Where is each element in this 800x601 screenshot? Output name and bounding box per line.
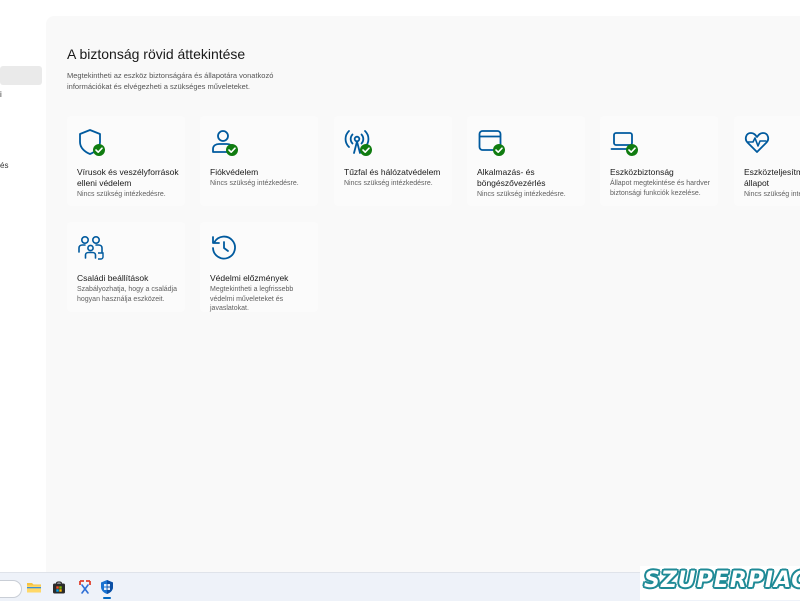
card-status: Nincs szükség intézkedésre. xyxy=(344,180,433,187)
card-virus-protection[interactable]: Vírusok és veszélyforrások elleni védele… xyxy=(67,116,185,206)
card-status: Nincs szükség intézkedésre. xyxy=(77,191,166,198)
page-title: A biztonság rövid áttekintése xyxy=(67,46,246,62)
file-explorer-icon[interactable] xyxy=(26,579,42,595)
person-icon xyxy=(209,127,239,157)
wireless-antenna-icon xyxy=(343,127,373,157)
card-status: Nincs szükség intézkedésre. xyxy=(210,180,299,187)
sidebar-item-home-selected[interactable] xyxy=(0,66,42,85)
laptop-icon xyxy=(609,127,639,157)
card-title: Családi beállítások xyxy=(77,273,149,283)
shield-icon xyxy=(76,127,106,157)
card-status: Állapot megtekintése és hardver biztonsá… xyxy=(610,180,710,197)
card-family-options[interactable]: Családi beállítások Szabályozhatja, hogy… xyxy=(67,222,185,312)
card-status: Nincs szükség intézkedésre. xyxy=(744,191,800,198)
card-title: Védelmi előzmények xyxy=(210,273,289,283)
app-window-icon xyxy=(476,127,506,157)
page-description: Megtekintheti az eszköz biztonságára és … xyxy=(67,71,274,91)
main-content: A biztonság rövid áttekintése Megtekinth… xyxy=(46,16,800,572)
card-device-performance[interactable]: Eszközteljesítmény és állapot Nincs szük… xyxy=(734,116,800,206)
card-status: Szabályozhatja, hogy a családja hogyan h… xyxy=(77,286,178,303)
card-title: Alkalmazás- és böngészővezérlés xyxy=(477,167,546,188)
card-account-protection[interactable]: Fiókvédelem Nincs szükség intézkedésre. xyxy=(200,116,318,206)
sidebar-item-fragment[interactable]: i xyxy=(0,90,2,99)
card-protection-history[interactable]: Védelmi előzmények Megtekintheti a legfr… xyxy=(200,222,318,312)
navigation-sidebar: i és xyxy=(0,0,46,572)
heart-pulse-icon xyxy=(743,127,773,157)
card-firewall[interactable]: Tűzfal és hálózatvédelem Nincs szükség i… xyxy=(334,116,452,206)
history-icon xyxy=(209,233,239,263)
card-status: Nincs szükség intézkedésre. xyxy=(477,191,566,198)
card-device-security[interactable]: Eszközbiztonság Állapot megtekintése és … xyxy=(600,116,718,206)
taskbar-search-box[interactable] xyxy=(0,580,22,598)
card-status: Megtekintheti a legfrissebb védelmi műve… xyxy=(210,286,294,312)
card-title: Eszközbiztonság xyxy=(610,167,674,177)
family-icon xyxy=(76,233,106,263)
active-app-indicator xyxy=(103,597,111,599)
card-title: Eszközteljesítmény és állapot xyxy=(744,167,800,188)
card-title: Vírusok és veszélyforrások elleni védele… xyxy=(77,167,179,188)
watermark-text: SZUPERPIAC xyxy=(644,568,800,593)
windows-security-icon[interactable] xyxy=(99,579,115,595)
card-app-browser-control[interactable]: Alkalmazás- és böngészővezérlés Nincs sz… xyxy=(467,116,585,206)
store-icon[interactable] xyxy=(51,579,67,595)
snipping-tool-icon[interactable] xyxy=(77,579,93,595)
card-title: Fiókvédelem xyxy=(210,167,259,177)
sidebar-item-fragment[interactable]: és xyxy=(0,161,8,170)
card-title: Tűzfal és hálózatvédelem xyxy=(344,167,441,177)
watermark: SZUPERPIAC xyxy=(640,566,800,600)
